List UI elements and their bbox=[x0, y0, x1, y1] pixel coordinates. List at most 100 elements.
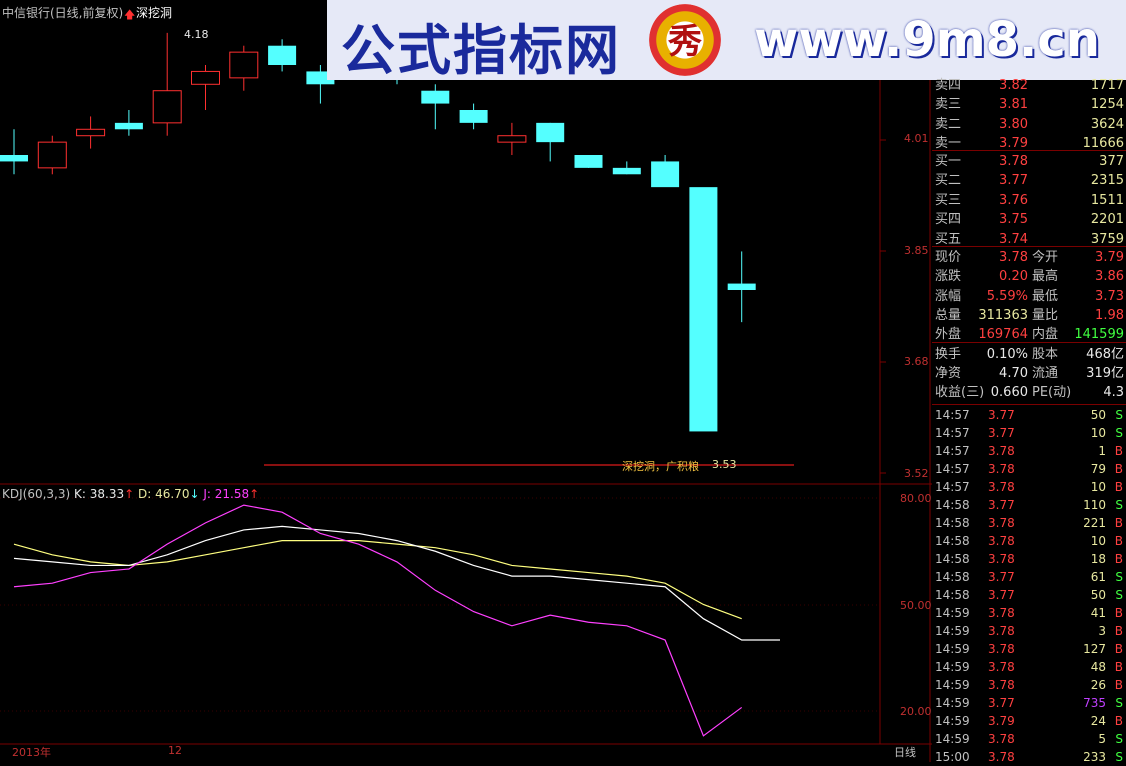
tick-time: 14:59 bbox=[935, 732, 970, 746]
tick-price: 3.78 bbox=[988, 516, 1015, 530]
tick-price: 3.78 bbox=[988, 660, 1015, 674]
buy-level: 买四 3.75 2201 bbox=[932, 210, 1126, 229]
tick-time: 14:58 bbox=[935, 552, 970, 566]
tick-row: 14:59 3.78 3 B bbox=[932, 622, 1126, 640]
price-tick: 3.85 bbox=[904, 244, 929, 257]
tick-time: 14:57 bbox=[935, 462, 970, 476]
tick-volume: 50 bbox=[1090, 588, 1106, 602]
stat-row: 现价 3.78 今开 3.79 bbox=[932, 248, 1126, 267]
tick-price: 3.78 bbox=[988, 732, 1015, 746]
kdj-j-value: J: 21.58 bbox=[203, 487, 250, 501]
tick-row: 14:58 3.78 18 B bbox=[932, 550, 1126, 568]
level-price: 3.82 bbox=[999, 78, 1028, 93]
site-banner[interactable]: 公式指标网 秀 www.9m8.cn bbox=[327, 0, 1126, 82]
tick-side: B bbox=[1114, 552, 1123, 566]
stat-value: 3.86 bbox=[1095, 269, 1124, 285]
stat-label: 换手 bbox=[935, 346, 962, 362]
up-arrow-icon: 🡅 bbox=[124, 8, 136, 21]
indicator-name: 深挖洞 bbox=[136, 6, 173, 20]
stat-value: 5.59% bbox=[986, 288, 1028, 304]
down-arrow-icon: ↓ bbox=[189, 487, 200, 501]
stat-label: 流通 bbox=[1032, 365, 1059, 381]
site-url[interactable]: www.9m8.cn bbox=[754, 12, 1100, 68]
level-label: 卖二 bbox=[935, 116, 962, 132]
tick-side: B bbox=[1114, 516, 1123, 530]
level-volume: 1254 bbox=[1090, 97, 1124, 113]
price-tick: 3.52 bbox=[904, 467, 929, 480]
tick-row: 14:59 3.78 48 B bbox=[932, 658, 1126, 676]
tick-volume: 41 bbox=[1090, 606, 1106, 620]
tick-row: 14:57 3.78 79 B bbox=[932, 460, 1126, 478]
candle-body bbox=[612, 167, 641, 175]
stat-row: 净资 4.70 流通 319亿 bbox=[932, 364, 1126, 383]
candlesticks bbox=[0, 32, 756, 432]
tick-time: 14:59 bbox=[935, 696, 970, 710]
period-label[interactable]: 日线 bbox=[894, 744, 916, 760]
tick-volume: 18 bbox=[1090, 552, 1106, 566]
stat-label: 最高 bbox=[1032, 269, 1059, 285]
tick-time: 14:57 bbox=[935, 480, 970, 494]
tick-volume: 24 bbox=[1090, 714, 1106, 728]
level-price: 3.76 bbox=[999, 192, 1028, 208]
high-label: 4.18 bbox=[184, 28, 209, 41]
tick-side: B bbox=[1114, 606, 1123, 620]
tick-time: 14:59 bbox=[935, 606, 970, 620]
kdj-label: KDJ(60,3,3) bbox=[2, 487, 71, 501]
tick-volume: 10 bbox=[1090, 480, 1106, 494]
tick-volume: 10 bbox=[1090, 426, 1106, 440]
tick-price: 3.77 bbox=[988, 588, 1015, 602]
level-label: 买三 bbox=[935, 192, 962, 208]
tick-row: 14:57 3.78 10 B bbox=[932, 478, 1126, 496]
stat-label: 股本 bbox=[1032, 346, 1059, 362]
tick-price: 3.78 bbox=[988, 750, 1015, 764]
tick-volume: 48 bbox=[1090, 660, 1106, 674]
tick-row: 14:59 3.78 41 B bbox=[932, 604, 1126, 622]
sell-level: 卖三 3.81 1254 bbox=[932, 95, 1126, 114]
tick-volume: 79 bbox=[1090, 462, 1106, 476]
level-price: 3.77 bbox=[999, 173, 1028, 189]
logo-char: 秀 bbox=[668, 22, 702, 62]
tick-row: 14:59 3.77 735 S bbox=[932, 694, 1126, 712]
panel-separator bbox=[932, 246, 1126, 247]
candle-body bbox=[727, 283, 756, 290]
stat-label: 现价 bbox=[935, 250, 962, 265]
stat-value: 4.3 bbox=[1103, 385, 1124, 401]
tick-price: 3.78 bbox=[988, 678, 1015, 692]
stock-title: 中信银行(日线,前复权) bbox=[2, 6, 124, 20]
tick-side: S bbox=[1115, 426, 1123, 440]
tick-time: 14:59 bbox=[935, 642, 970, 656]
tick-price: 3.77 bbox=[988, 408, 1015, 422]
tick-price: 3.77 bbox=[988, 498, 1015, 512]
stat-row: 收益(三) 0.660 PE(动) 4.3 bbox=[932, 383, 1126, 402]
candle-body bbox=[459, 110, 488, 123]
tick-price: 3.78 bbox=[988, 534, 1015, 548]
buy-level: 买三 3.76 1511 bbox=[932, 191, 1126, 210]
tick-side: B bbox=[1114, 534, 1123, 548]
stat-label: 净资 bbox=[935, 365, 962, 381]
stock-chart[interactable] bbox=[0, 0, 932, 762]
tick-time: 14:58 bbox=[935, 588, 970, 602]
stat-label: 总量 bbox=[935, 307, 962, 323]
candle-body bbox=[191, 70, 220, 85]
stat-value: 319亿 bbox=[1086, 365, 1124, 381]
candle-body bbox=[574, 155, 603, 168]
tick-side: B bbox=[1114, 462, 1123, 476]
stat-row: 涨跌 0.20 最高 3.86 bbox=[932, 267, 1126, 286]
level-label: 卖四 bbox=[935, 78, 962, 93]
level-label: 卖三 bbox=[935, 97, 962, 113]
kdj-j-line bbox=[13, 504, 743, 737]
year-label: 2013年 bbox=[12, 746, 51, 759]
tick-volume: 127 bbox=[1083, 642, 1106, 656]
stat-row: 换手 0.10% 股本 468亿 bbox=[932, 345, 1126, 364]
annotation-value: 3.53 bbox=[712, 458, 737, 471]
stat-value: 468亿 bbox=[1086, 346, 1124, 362]
tick-row: 14:59 3.78 26 B bbox=[932, 676, 1126, 694]
quote-panel: 卖四 3.82 1717 卖三 3.81 1254 卖二 3.80 3624 卖一 3.79 1166… bbox=[932, 78, 1126, 764]
tick-row: 14:59 3.79 24 B bbox=[932, 712, 1126, 730]
tick-time: 14:58 bbox=[935, 570, 970, 584]
panel-separator bbox=[932, 342, 1126, 343]
tick-side: B bbox=[1114, 660, 1123, 674]
candle-body bbox=[37, 141, 67, 169]
annotation-text: 深挖洞，广积粮 bbox=[622, 460, 699, 473]
stat-value: 3.79 bbox=[1095, 250, 1124, 265]
